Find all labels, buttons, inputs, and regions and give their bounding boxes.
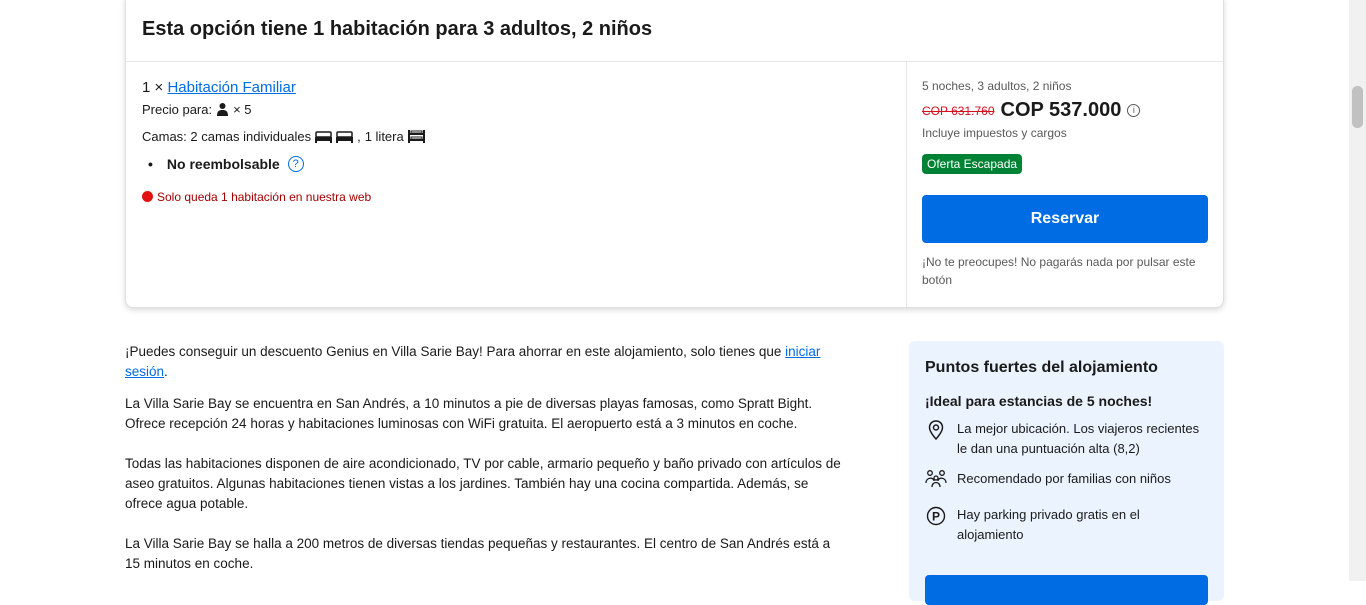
info-icon[interactable]: i — [1127, 104, 1141, 117]
highlight-item: La mejor ubicación. Los viajeros recient… — [925, 419, 1208, 459]
highlight-text: Hay parking privado gratis en el alojami… — [957, 507, 1140, 542]
price-panel: 5 noches, 3 adultos, 2 niños COP 631.760… — [922, 79, 1209, 289]
genius-end: . — [164, 364, 168, 379]
price-for: Precio para: × 5 — [142, 102, 425, 117]
highlights-panel: Puntos fuertes del alojamiento ¡Ideal pa… — [909, 341, 1224, 605]
option-title: Esta opción tiene 1 habitación para 3 ad… — [142, 18, 653, 40]
genius-paragraph: ¡Puedes conseguir un descuento Genius en… — [125, 342, 845, 382]
svg-text:P: P — [932, 510, 940, 524]
scrollbar[interactable] — [1349, 0, 1366, 581]
single-bed-icon — [336, 130, 354, 143]
beds-text: Camas: 2 camas individuales — [142, 129, 312, 144]
stay-summary: 5 noches, 3 adultos, 2 niños — [922, 79, 1072, 93]
price-for-label: Precio para: — [142, 102, 213, 117]
current-price: COP 537.000 — [1000, 99, 1122, 121]
deal-badge: Oferta Escapada — [922, 154, 1023, 174]
policy-item: • No reembolsable ? — [148, 156, 425, 172]
reserve-button[interactable]: Reservar — [922, 195, 1208, 243]
family-icon — [925, 469, 947, 489]
person-icon — [217, 103, 229, 116]
scrollbar-thumb[interactable] — [1352, 86, 1363, 128]
highlight-item: Recomendado por familias con niños — [925, 469, 1208, 489]
highlights-title: Puntos fuertes del alojamiento — [925, 359, 1158, 376]
description-paragraph: La Villa Sarie Bay se halla a 200 metros… — [125, 536, 831, 571]
highlight-text: La mejor ubicación. Los viajeros recient… — [957, 421, 1200, 456]
highlight-text: Recomendado por familias con niños — [957, 471, 1171, 486]
highlight-item: P Hay parking privado gratis en el aloja… — [925, 505, 1208, 545]
policy-text: No reembolsable — [166, 156, 280, 172]
property-description: ¡Puedes conseguir un descuento Genius en… — [125, 342, 845, 594]
question-icon[interactable]: ? — [287, 156, 304, 172]
highlights-subtitle: ¡Ideal para estancias de 5 noches! — [925, 393, 1153, 409]
taxes-note: Incluye impuestos y cargos — [922, 126, 1067, 140]
bunk-text: 1 litera — [364, 129, 404, 144]
parking-icon: P — [925, 505, 947, 545]
beds-separator: , — [357, 129, 361, 144]
reassurance-text: ¡No te preocupes! No pagarás nada por pu… — [922, 255, 1196, 287]
price-row: COP 631.760 COP 537.000 i — [922, 99, 1209, 122]
alert-dot-icon — [142, 191, 153, 202]
description-paragraph: La Villa Sarie Bay se encuentra en San A… — [125, 396, 813, 431]
original-price: COP 631.760 — [922, 103, 995, 118]
room-line: 1 × Habitación Familiar — [142, 79, 425, 96]
room-name-link[interactable]: Habitación Familiar — [167, 79, 295, 96]
genius-text: ¡Puedes conseguir un descuento Genius en… — [125, 344, 782, 359]
scarcity-message: Solo queda 1 habitación en nuestra web — [142, 190, 425, 204]
divider — [906, 61, 907, 307]
location-pin-icon — [925, 419, 947, 459]
bunk-bed-icon — [407, 130, 425, 143]
room-quantity: 1 × — [142, 79, 164, 96]
price-for-count: × 5 — [233, 102, 252, 117]
beds-info: Camas: 2 camas individuales , 1 litera — [142, 129, 425, 144]
bullet-dot: • — [148, 156, 153, 172]
highlights-reserve-button[interactable] — [925, 575, 1208, 605]
room-details: 1 × Habitación Familiar Precio para: × 5… — [142, 79, 425, 204]
scarcity-text: Solo queda 1 habitación en nuestra web — [157, 190, 372, 204]
description-paragraph: Todas las habitaciones disponen de aire … — [125, 456, 841, 511]
room-option-card: Esta opción tiene 1 habitación para 3 ad… — [125, 0, 1224, 308]
single-bed-icon — [315, 130, 333, 143]
divider — [126, 61, 1223, 62]
